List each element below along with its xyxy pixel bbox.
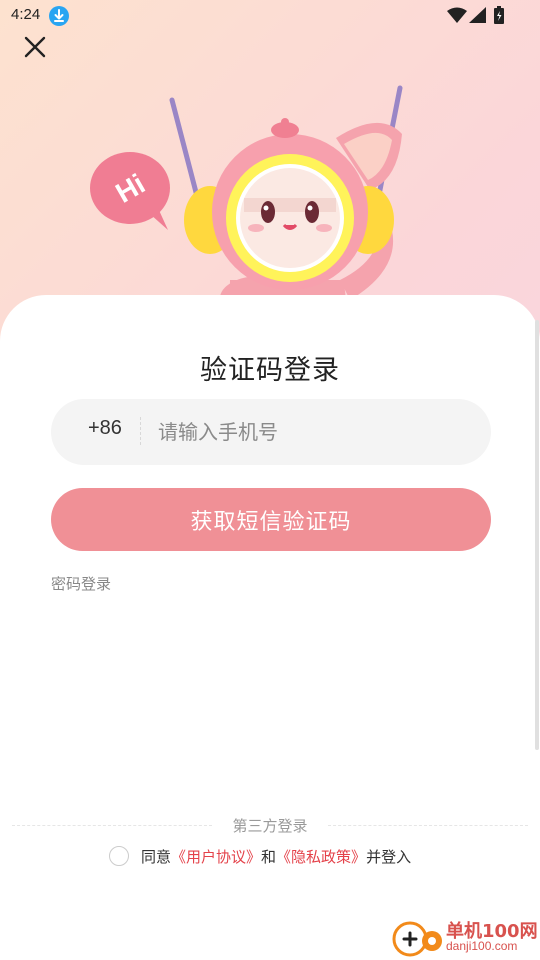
watermark: 单机100网 danji100.com	[388, 915, 540, 960]
status-time: 4:24	[11, 6, 41, 23]
country-code-selector[interactable]: +86	[88, 417, 122, 440]
third-party-login-divider: 第三方登录	[0, 815, 540, 837]
phone-input[interactable]	[158, 414, 468, 450]
password-login-link[interactable]: 密码登录	[51, 573, 111, 594]
agree-and: 和	[261, 847, 277, 866]
privacy-policy-link[interactable]: 《隐私政策》	[276, 846, 366, 867]
battery-icon	[494, 6, 504, 24]
status-bar: 4:24	[0, 0, 540, 32]
user-agreement-link[interactable]: 《用户协议》	[171, 846, 261, 867]
watermark-url: danji100.com	[446, 939, 518, 953]
mascot-illustration: Hi	[90, 85, 403, 320]
watermark-logo-icon	[392, 921, 442, 957]
hi-bubble: Hi	[90, 152, 170, 230]
close-icon[interactable]	[20, 32, 50, 62]
download-icon	[49, 6, 69, 26]
agreement-checkbox[interactable]	[109, 846, 129, 866]
scrollbar[interactable]	[535, 320, 539, 750]
get-sms-code-button[interactable]: 获取短信验证码	[51, 488, 491, 551]
page-title: 验证码登录	[200, 355, 340, 386]
agreement-row: 同意 《用户协议》 和 《隐私政策》 并登入	[109, 843, 411, 869]
agree-suffix: 并登入	[366, 847, 412, 866]
wifi-icon	[447, 7, 467, 23]
agree-prefix: 同意	[141, 847, 172, 866]
third-party-label: 第三方登录	[232, 817, 308, 835]
divider	[140, 417, 141, 445]
signal-icon	[469, 7, 486, 23]
